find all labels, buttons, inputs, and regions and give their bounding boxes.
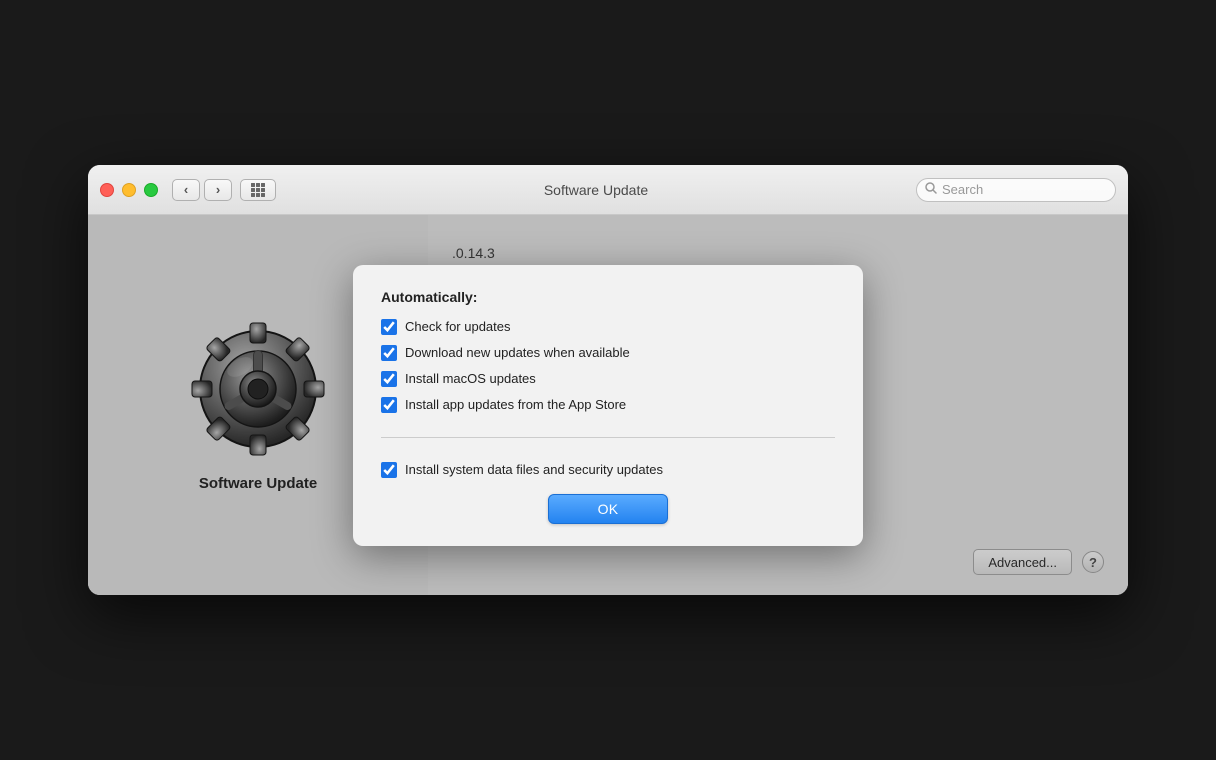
divider bbox=[381, 437, 835, 438]
search-icon bbox=[925, 182, 937, 197]
forward-button[interactable]: › bbox=[204, 179, 232, 201]
install-security-label: Install system data files and security u… bbox=[405, 462, 663, 477]
checkbox-item-3: Install macOS updates bbox=[381, 371, 835, 387]
download-updates-label: Download new updates when available bbox=[405, 345, 630, 360]
checkbox-item-4: Install app updates from the App Store bbox=[381, 397, 835, 413]
window-title: Software Update bbox=[276, 182, 916, 198]
grid-view-button[interactable] bbox=[240, 179, 276, 201]
nav-buttons: ‹ › bbox=[172, 179, 232, 201]
check-updates-label: Check for updates bbox=[405, 319, 511, 334]
modal-sheet: Automatically: Check for updates Downloa… bbox=[353, 265, 863, 546]
checkbox-item-1: Check for updates bbox=[381, 319, 835, 335]
close-button[interactable] bbox=[100, 183, 114, 197]
minimize-button[interactable] bbox=[122, 183, 136, 197]
content-area: Software Update .0.14.3 M Advanced... ? … bbox=[88, 215, 1128, 595]
install-security-checkbox[interactable] bbox=[381, 462, 397, 478]
titlebar: ‹ › Software Update Search bbox=[88, 165, 1128, 215]
checkbox-item-2: Download new updates when available bbox=[381, 345, 835, 361]
ok-button[interactable]: OK bbox=[548, 494, 668, 524]
install-macos-label: Install macOS updates bbox=[405, 371, 536, 386]
back-button[interactable]: ‹ bbox=[172, 179, 200, 201]
search-placeholder: Search bbox=[942, 182, 983, 197]
check-updates-checkbox[interactable] bbox=[381, 319, 397, 335]
checkbox-item-5: Install system data files and security u… bbox=[381, 462, 835, 478]
download-updates-checkbox[interactable] bbox=[381, 345, 397, 361]
grid-icon bbox=[251, 183, 265, 197]
search-bar[interactable]: Search bbox=[916, 178, 1116, 202]
modal-heading: Automatically: bbox=[381, 289, 835, 305]
maximize-button[interactable] bbox=[144, 183, 158, 197]
install-appstore-checkbox[interactable] bbox=[381, 397, 397, 413]
install-appstore-label: Install app updates from the App Store bbox=[405, 397, 626, 412]
checkbox-group: Check for updates Download new updates w… bbox=[381, 319, 835, 478]
main-window: ‹ › Software Update Search bbox=[88, 165, 1128, 595]
traffic-lights bbox=[100, 183, 158, 197]
modal-overlay: Automatically: Check for updates Downloa… bbox=[88, 215, 1128, 595]
install-macos-checkbox[interactable] bbox=[381, 371, 397, 387]
